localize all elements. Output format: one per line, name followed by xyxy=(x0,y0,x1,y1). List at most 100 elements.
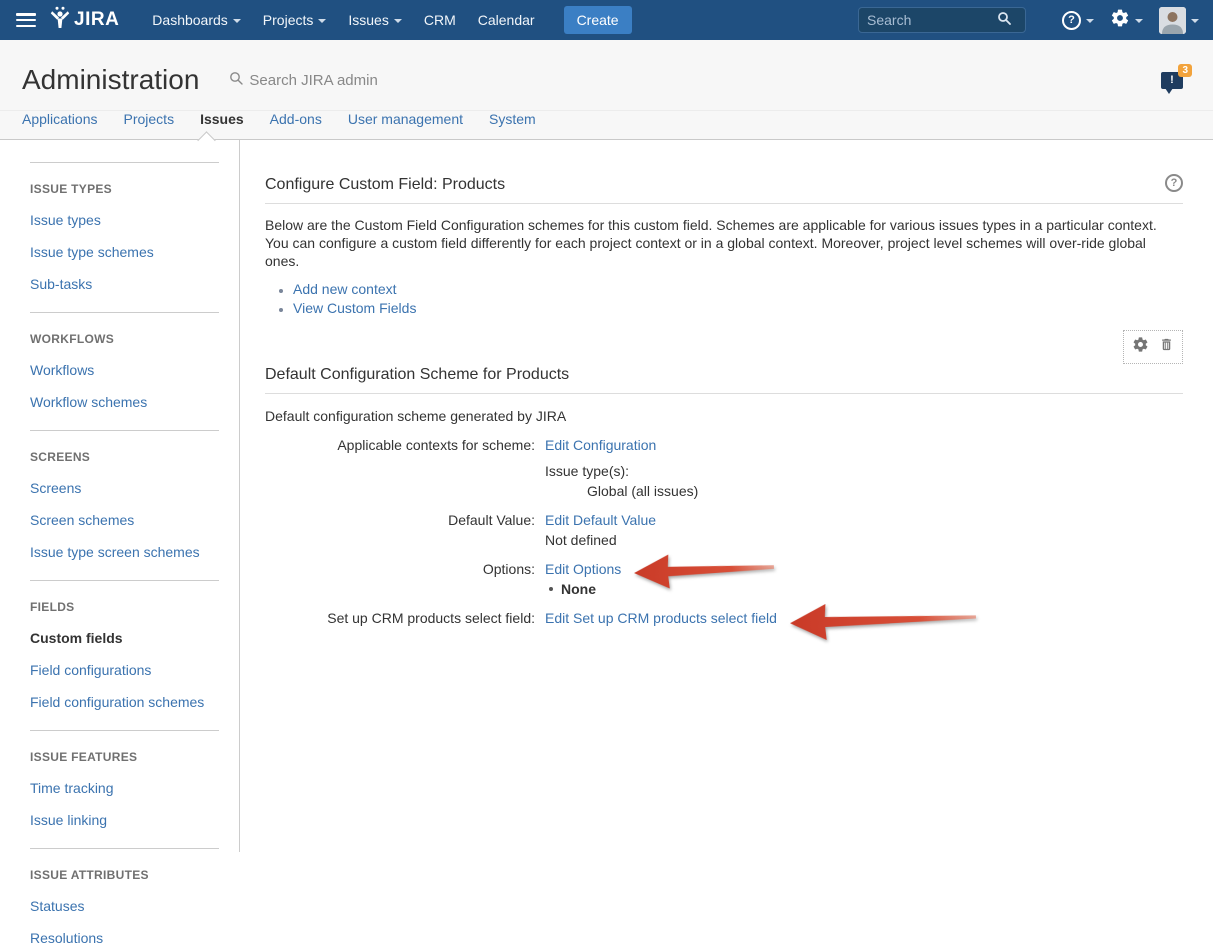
help-icon: ? xyxy=(1062,11,1081,30)
tab-system[interactable]: System xyxy=(489,111,536,127)
bullet-icon xyxy=(549,587,553,591)
row-default-value: Default Value: Edit Default Value Not de… xyxy=(265,512,1183,548)
trash-icon[interactable] xyxy=(1159,336,1174,358)
sidebar-item-workflows[interactable]: Workflows xyxy=(30,362,219,378)
sidebar-item-issue-type-schemes[interactable]: Issue type schemes xyxy=(30,244,219,260)
issue-types-value: Global (all issues) xyxy=(545,483,698,499)
edit-options-link[interactable]: Edit Options xyxy=(545,561,621,577)
admin-search-input[interactable] xyxy=(249,72,469,89)
avatar xyxy=(1159,7,1186,34)
gear-icon[interactable] xyxy=(1132,336,1149,358)
navbar-search[interactable] xyxy=(858,7,1026,33)
tab-issues[interactable]: Issues xyxy=(200,111,244,127)
sidebar-item-issue-types[interactable]: Issue types xyxy=(30,212,219,228)
user-menu[interactable] xyxy=(1159,7,1199,34)
chevron-down-icon xyxy=(233,19,241,23)
sidebar-item-issue-type-screen-schemes[interactable]: Issue type screen schemes xyxy=(30,544,219,560)
admin-search[interactable] xyxy=(229,71,469,90)
sidebar-item-screens[interactable]: Screens xyxy=(30,480,219,496)
chevron-down-icon xyxy=(1191,19,1199,23)
sidebar-section-screens: SCREENS xyxy=(30,450,219,464)
sidebar-section-fields: FIELDS xyxy=(30,600,219,614)
search-icon xyxy=(229,71,243,90)
chevron-down-icon xyxy=(1135,19,1143,23)
sidebar-item-resolutions[interactable]: Resolutions xyxy=(30,930,219,946)
action-links: Add new context View Custom Fields xyxy=(293,280,1183,318)
content-title: Configure Custom Field: Products xyxy=(265,176,1165,194)
row-crm-products: Set up CRM products select field: Edit S… xyxy=(265,610,1183,626)
nav-crm[interactable]: CRM xyxy=(424,12,456,28)
navbar-search-input[interactable] xyxy=(867,12,997,28)
field-label: Set up CRM products select field: xyxy=(265,610,545,626)
view-custom-fields-link[interactable]: View Custom Fields xyxy=(293,300,416,316)
admin-header: Administration ! 3 Applications Projects… xyxy=(0,40,1213,140)
divider xyxy=(30,312,219,313)
scheme-tools xyxy=(1123,330,1183,364)
tab-applications[interactable]: Applications xyxy=(22,111,98,127)
nav-dashboards[interactable]: Dashboards xyxy=(152,12,241,28)
tab-addons[interactable]: Add-ons xyxy=(270,111,322,127)
field-label: Default Value: xyxy=(265,512,545,548)
divider xyxy=(30,162,219,163)
field-label: Applicable contexts for scheme: xyxy=(265,437,545,499)
row-options: Options: Edit Options None xyxy=(265,561,1183,597)
scheme-subtitle: Default configuration scheme generated b… xyxy=(265,408,1183,424)
chevron-down-icon xyxy=(394,19,402,23)
description-text: Below are the Custom Field Configuration… xyxy=(265,216,1183,270)
nav-calendar[interactable]: Calendar xyxy=(478,12,535,28)
divider xyxy=(30,730,219,731)
sidebar-section-workflows: WORKFLOWS xyxy=(30,332,219,346)
search-icon xyxy=(997,11,1011,30)
gear-icon xyxy=(1110,8,1130,33)
jira-logo-text: JIRA xyxy=(74,9,119,31)
chevron-down-icon xyxy=(1086,19,1094,23)
jira-logo[interactable]: JIRA xyxy=(50,6,119,35)
add-new-context-link[interactable]: Add new context xyxy=(293,281,397,297)
list-item: View Custom Fields xyxy=(293,299,1183,318)
notification-button[interactable]: ! 3 xyxy=(1161,72,1183,89)
scheme-title: Default Configuration Scheme for Product… xyxy=(265,366,1183,384)
divider xyxy=(265,203,1183,204)
main-content: Configure Custom Field: Products ? Below… xyxy=(240,140,1213,852)
jira-admin-page: JIRA Dashboards Projects Issues CRM Cale… xyxy=(0,0,1213,880)
top-navbar: JIRA Dashboards Projects Issues CRM Cale… xyxy=(0,0,1213,40)
edit-default-value-link[interactable]: Edit Default Value xyxy=(545,512,656,528)
sidebar-item-statuses[interactable]: Statuses xyxy=(30,898,219,914)
jira-logo-icon xyxy=(50,6,72,35)
edit-configuration-link[interactable]: Edit Configuration xyxy=(545,437,656,453)
scheme-form: Applicable contexts for scheme: Edit Con… xyxy=(265,437,1183,626)
divider xyxy=(30,430,219,431)
row-applicable-contexts: Applicable contexts for scheme: Edit Con… xyxy=(265,437,1183,499)
sidebar-item-time-tracking[interactable]: Time tracking xyxy=(30,780,219,796)
options-value: None xyxy=(545,581,621,597)
sidebar-item-field-configurations[interactable]: Field configurations xyxy=(30,662,219,678)
help-menu[interactable]: ? xyxy=(1062,11,1094,30)
sidebar-item-field-configuration-schemes[interactable]: Field configuration schemes xyxy=(30,694,219,710)
sidebar-item-custom-fields[interactable]: Custom fields xyxy=(30,630,219,646)
nav-issues[interactable]: Issues xyxy=(348,12,401,28)
admin-gear-menu[interactable] xyxy=(1110,8,1143,33)
create-button[interactable]: Create xyxy=(564,6,632,34)
page-title: Administration xyxy=(22,64,199,96)
help-icon[interactable]: ? xyxy=(1165,174,1183,192)
sidebar-item-workflow-schemes[interactable]: Workflow schemes xyxy=(30,394,219,410)
edit-crm-products-link[interactable]: Edit Set up CRM products select field xyxy=(545,610,777,626)
hamburger-icon[interactable] xyxy=(16,13,36,27)
divider xyxy=(30,848,219,849)
tab-projects[interactable]: Projects xyxy=(124,111,175,127)
sidebar-item-sub-tasks[interactable]: Sub-tasks xyxy=(30,276,219,292)
list-item: Add new context xyxy=(293,280,1183,299)
admin-tabs: Applications Projects Issues Add-ons Use… xyxy=(0,111,1213,139)
divider xyxy=(265,393,1183,394)
sidebar-section-issue-features: ISSUE FEATURES xyxy=(30,750,219,764)
default-value-status: Not defined xyxy=(545,532,656,548)
tab-user-management[interactable]: User management xyxy=(348,111,463,127)
field-label: Options: xyxy=(265,561,545,597)
sidebar-section-issue-types: ISSUE TYPES xyxy=(30,182,219,196)
divider xyxy=(30,580,219,581)
sidebar-item-issue-linking[interactable]: Issue linking xyxy=(30,812,219,828)
chevron-down-icon xyxy=(318,19,326,23)
admin-sidebar: ISSUE TYPES Issue types Issue type schem… xyxy=(0,140,240,852)
nav-projects[interactable]: Projects xyxy=(263,12,327,28)
sidebar-item-screen-schemes[interactable]: Screen schemes xyxy=(30,512,219,528)
